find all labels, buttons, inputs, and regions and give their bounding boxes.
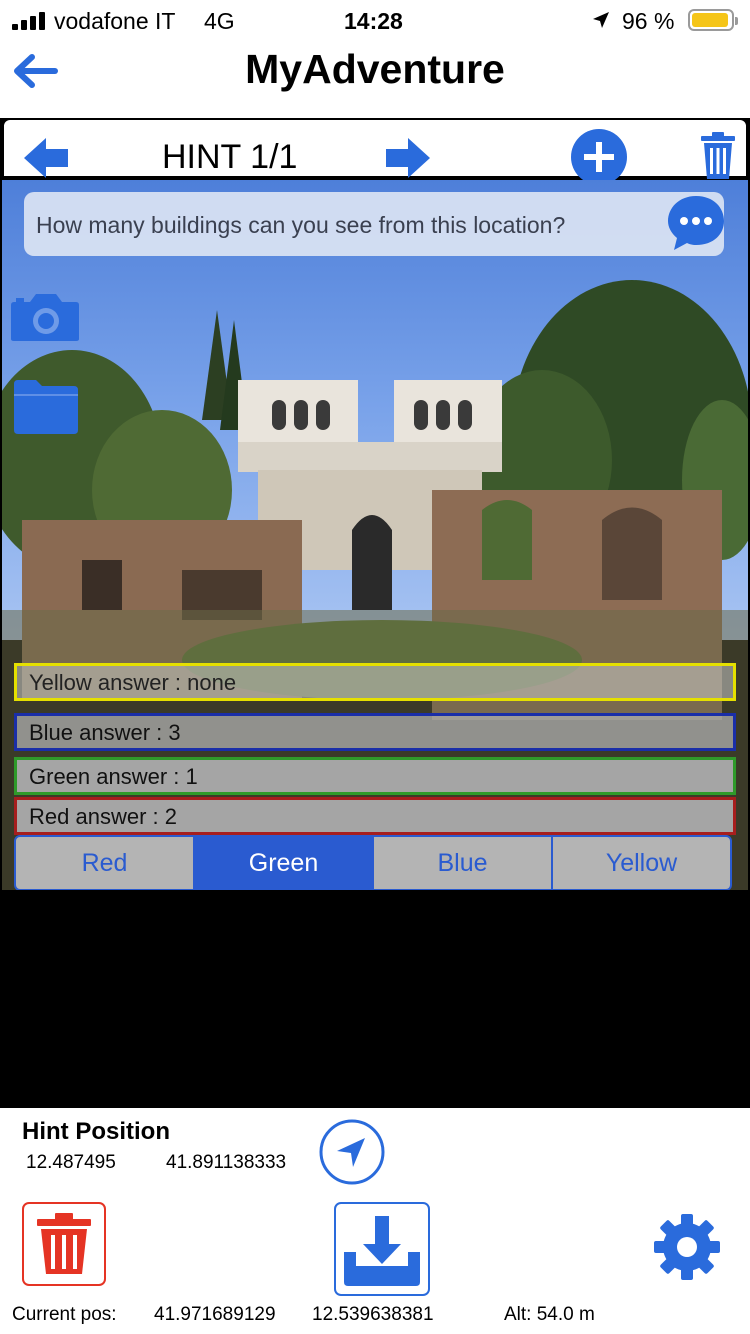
green-answer-field[interactable]: Green answer : 1: [14, 757, 736, 795]
signal-strength-icon: [12, 12, 48, 30]
app-title: MyAdventure: [245, 46, 505, 92]
hint-question: How many buildings can you see from this…: [36, 212, 566, 238]
hint-position-title: Hint Position: [22, 1118, 170, 1145]
hint-photo: How many buildings can you see from this…: [2, 180, 748, 890]
delete-icon[interactable]: [22, 1202, 106, 1286]
battery-percent: 96 %: [622, 8, 675, 34]
hint-longitude: 12.487495: [26, 1152, 116, 1173]
chat-bubble-icon[interactable]: [666, 194, 726, 252]
current-position-label: Current pos:: [12, 1304, 117, 1325]
add-circle-icon[interactable]: [570, 128, 628, 186]
hint-question-box: How many buildings can you see from this…: [24, 192, 724, 256]
hint-latitude: 41.891138333: [166, 1152, 287, 1173]
clock: 14:28: [344, 8, 403, 34]
download-icon[interactable]: [334, 1202, 430, 1296]
battery-icon: [688, 9, 738, 31]
hint-toolbar: HINT 1/1: [2, 118, 748, 185]
camera-icon[interactable]: [10, 292, 80, 342]
segment-green[interactable]: Green: [195, 837, 374, 889]
position-panel: Hint Position 12.487495 41.891138333 Cur…: [0, 1108, 750, 1334]
network-label: 4G: [204, 8, 235, 34]
answer-color-selector: Red Green Blue Yellow: [14, 835, 732, 890]
altitude-label: Alt: 54.0 m: [504, 1304, 595, 1325]
hint-counter: HINT 1/1: [162, 138, 298, 176]
location-arrow-icon[interactable]: [318, 1118, 386, 1186]
segment-blue[interactable]: Blue: [374, 837, 553, 889]
gear-icon[interactable]: [652, 1212, 722, 1282]
location-services-icon: [593, 12, 609, 28]
current-latitude: 41.971689129: [154, 1304, 276, 1325]
red-answer-field[interactable]: Red answer : 2: [14, 797, 736, 835]
carrier-label: vodafone IT: [54, 8, 176, 34]
next-arrow-icon[interactable]: [384, 136, 432, 180]
segment-red[interactable]: Red: [16, 837, 195, 889]
prev-arrow-icon[interactable]: [22, 136, 70, 180]
navigation-bar: MyAdventure: [0, 40, 750, 120]
segment-yellow[interactable]: Yellow: [553, 837, 730, 889]
trash-icon[interactable]: [698, 132, 738, 180]
yellow-answer-field[interactable]: Yellow answer : none: [14, 663, 736, 701]
current-longitude: 12.539638381: [312, 1304, 434, 1325]
folder-icon[interactable]: [12, 378, 80, 436]
blue-answer-field[interactable]: Blue answer : 3: [14, 713, 736, 751]
status-bar: vodafone IT 4G 14:28 96 %: [0, 0, 750, 40]
